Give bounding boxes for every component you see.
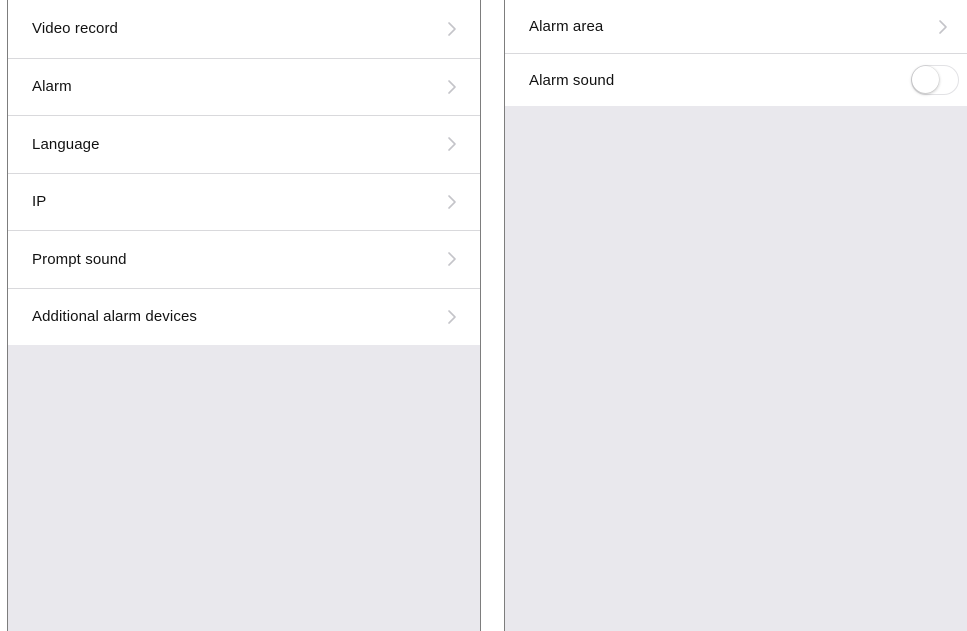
chevron-right-icon xyxy=(448,194,456,209)
settings-item-label: Language xyxy=(32,135,100,153)
settings-item-additional-alarm-devices[interactable]: Additional alarm devices xyxy=(8,287,480,345)
chevron-right-icon xyxy=(448,252,456,267)
chevron-right-icon xyxy=(448,79,456,94)
toggle-knob xyxy=(912,66,939,93)
alarm-settings-panel: Alarm area Alarm sound xyxy=(504,0,967,631)
alarm-sound-row: Alarm sound xyxy=(505,53,967,106)
settings-item-video-record[interactable]: Video record xyxy=(8,0,480,58)
settings-item-label: Prompt sound xyxy=(32,250,127,268)
alarm-sound-toggle[interactable] xyxy=(911,65,959,95)
settings-item-prompt-sound[interactable]: Prompt sound xyxy=(8,230,480,288)
settings-item-label: Alarm xyxy=(32,78,72,96)
settings-item-alarm[interactable]: Alarm xyxy=(8,57,480,115)
settings-menu-panel: Video record Alarm Language IP Prompt so… xyxy=(7,0,481,631)
settings-item-label: IP xyxy=(32,193,47,211)
settings-menu-list: Video record Alarm Language IP Prompt so… xyxy=(8,0,480,345)
settings-item-ip[interactable]: IP xyxy=(8,172,480,230)
settings-item-label: Additional alarm devices xyxy=(32,308,197,326)
alarm-area-label: Alarm area xyxy=(529,18,604,35)
chevron-right-icon xyxy=(448,309,456,324)
alarm-settings-list: Alarm area Alarm sound xyxy=(505,0,967,106)
chevron-right-icon xyxy=(448,21,456,36)
settings-item-label: Video record xyxy=(32,20,118,38)
screenshot-stage: Video record Alarm Language IP Prompt so… xyxy=(0,0,967,631)
settings-item-language[interactable]: Language xyxy=(8,115,480,173)
chevron-right-icon xyxy=(939,19,947,34)
alarm-area-row[interactable]: Alarm area xyxy=(505,0,967,53)
alarm-sound-label: Alarm sound xyxy=(529,71,615,89)
chevron-right-icon xyxy=(448,137,456,152)
